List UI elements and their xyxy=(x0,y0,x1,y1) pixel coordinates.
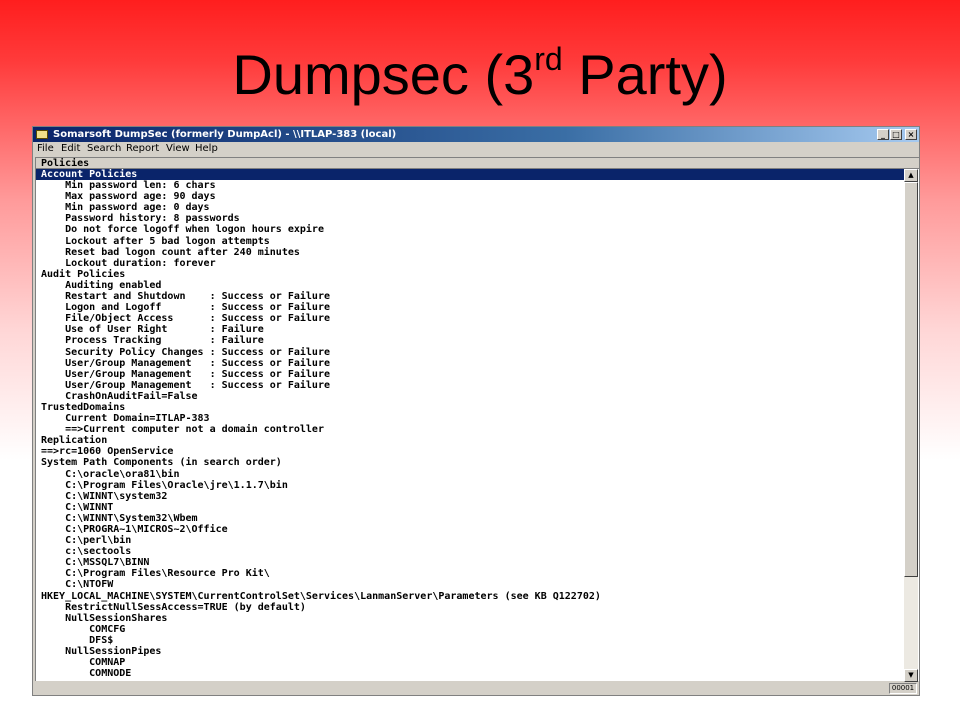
report-line[interactable]: NullSessionShares xyxy=(36,613,904,624)
report-line[interactable]: Do not force logoff when logon hours exp… xyxy=(36,224,904,235)
report-line[interactable]: Use of User Right : Failure xyxy=(36,324,904,335)
report-line[interactable]: Lockout after 5 bad logon attempts xyxy=(36,236,904,247)
report-line[interactable]: Min password age: 0 days xyxy=(36,202,904,213)
report-line[interactable]: Replication xyxy=(36,435,904,446)
report-line[interactable]: Password history: 8 passwords xyxy=(36,213,904,224)
report-line[interactable]: Max password age: 90 days xyxy=(36,191,904,202)
menu-file[interactable]: File xyxy=(37,142,54,156)
report-line[interactable]: C:\WINNT\system32 xyxy=(36,491,904,502)
slide-title-end: Party) xyxy=(562,43,728,106)
report-line[interactable]: COMCFG xyxy=(36,624,904,635)
report-line[interactable]: ==>rc=1060 OpenService xyxy=(36,446,904,457)
window-title: Somarsoft DumpSec (formerly DumpAcl) - \… xyxy=(53,129,397,140)
report-line[interactable]: CrashOnAuditFail=False xyxy=(36,391,904,402)
status-record-number: 00001 xyxy=(889,683,917,694)
report-line[interactable]: RestrictNullSessAccess=TRUE (by default) xyxy=(36,602,904,613)
report-line[interactable]: System Path Components (in search order) xyxy=(36,457,904,468)
app-icon[interactable] xyxy=(36,130,48,139)
report-line[interactable]: Audit Policies xyxy=(36,269,904,280)
close-button[interactable]: × xyxy=(905,129,917,140)
report-line[interactable]: Restart and Shutdown : Success or Failur… xyxy=(36,291,904,302)
report-line[interactable]: File/Object Access : Success or Failure xyxy=(36,313,904,324)
report-line[interactable]: Auditing enabled xyxy=(36,280,904,291)
report-line[interactable]: User/Group Management : Success or Failu… xyxy=(36,369,904,380)
report-line[interactable]: C:\WINNT xyxy=(36,502,904,513)
report-listing[interactable]: Account Policies Min password len: 6 cha… xyxy=(36,169,904,682)
menu-help[interactable]: Help xyxy=(195,142,218,156)
report-line[interactable]: C:\Program Files\Oracle\jre\1.1.7\bin xyxy=(36,480,904,491)
report-line[interactable]: C:\NTOFW xyxy=(36,579,904,590)
report-line[interactable]: Lockout duration: forever xyxy=(36,258,904,269)
report-line[interactable]: C:\oracle\ora81\bin xyxy=(36,469,904,480)
report-line[interactable]: C:\Program Files\Resource Pro Kit\ xyxy=(36,568,904,579)
maximize-button[interactable]: □ xyxy=(890,129,902,140)
report-pane: Policies Account Policies Min password l… xyxy=(35,157,919,682)
report-line[interactable]: COMNODE xyxy=(36,668,904,679)
report-line[interactable]: Account Policies xyxy=(36,169,904,181)
menu-search[interactable]: Search xyxy=(87,142,121,156)
report-line[interactable]: ==>Current computer not a domain control… xyxy=(36,424,904,435)
menu-edit[interactable]: Edit xyxy=(61,142,80,156)
report-line[interactable]: C:\perl\bin xyxy=(36,535,904,546)
report-line[interactable]: COMNAP xyxy=(36,657,904,668)
report-line[interactable]: C:\MSSQL7\BINN xyxy=(36,557,904,568)
report-line[interactable]: C:\WINNT\System32\Wbem xyxy=(36,513,904,524)
report-line[interactable]: Process Tracking : Failure xyxy=(36,335,904,346)
vertical-scrollbar[interactable]: ▲ ▼ xyxy=(904,169,918,682)
scroll-thumb[interactable] xyxy=(904,182,918,577)
report-line[interactable]: DFS$ xyxy=(36,635,904,646)
report-line[interactable]: User/Group Management : Success or Failu… xyxy=(36,380,904,391)
scroll-down-button[interactable]: ▼ xyxy=(904,669,918,682)
report-line[interactable]: C:\PROGRA~1\MICROS~2\Office xyxy=(36,524,904,535)
report-line[interactable]: c:\sectools xyxy=(36,546,904,557)
report-line[interactable]: Reset bad logon count after 240 minutes xyxy=(36,247,904,258)
report-line[interactable]: Min password len: 6 chars xyxy=(36,180,904,191)
report-line[interactable]: Logon and Logoff : Success or Failure xyxy=(36,302,904,313)
report-line[interactable]: Security Policy Changes : Success or Fai… xyxy=(36,347,904,358)
report-line[interactable]: Current Domain=ITLAP-383 xyxy=(36,413,904,424)
slide-title-main: Dumpsec (3 xyxy=(232,43,535,106)
menu-view[interactable]: View xyxy=(166,142,190,156)
menu-bar: File Edit Search Report View Help xyxy=(33,142,919,156)
report-line[interactable]: NullSessionPipes xyxy=(36,646,904,657)
report-line[interactable]: User/Group Management : Success or Failu… xyxy=(36,358,904,369)
dumpsec-window: Somarsoft DumpSec (formerly DumpAcl) - \… xyxy=(32,126,920,696)
report-line[interactable]: TrustedDomains xyxy=(36,402,904,413)
menu-report[interactable]: Report xyxy=(126,142,159,156)
slide-title: Dumpsec (3rd Party) xyxy=(0,30,960,120)
column-header-policies[interactable]: Policies xyxy=(36,158,919,169)
scroll-up-button[interactable]: ▲ xyxy=(904,169,918,182)
status-bar: 00001 xyxy=(33,682,919,695)
slide-title-superscript: rd xyxy=(534,41,563,77)
window-titlebar[interactable]: Somarsoft DumpSec (formerly DumpAcl) - \… xyxy=(33,127,919,142)
minimize-button[interactable]: _ xyxy=(877,129,889,140)
report-line[interactable]: HKEY_LOCAL_MACHINE\SYSTEM\CurrentControl… xyxy=(36,591,904,602)
